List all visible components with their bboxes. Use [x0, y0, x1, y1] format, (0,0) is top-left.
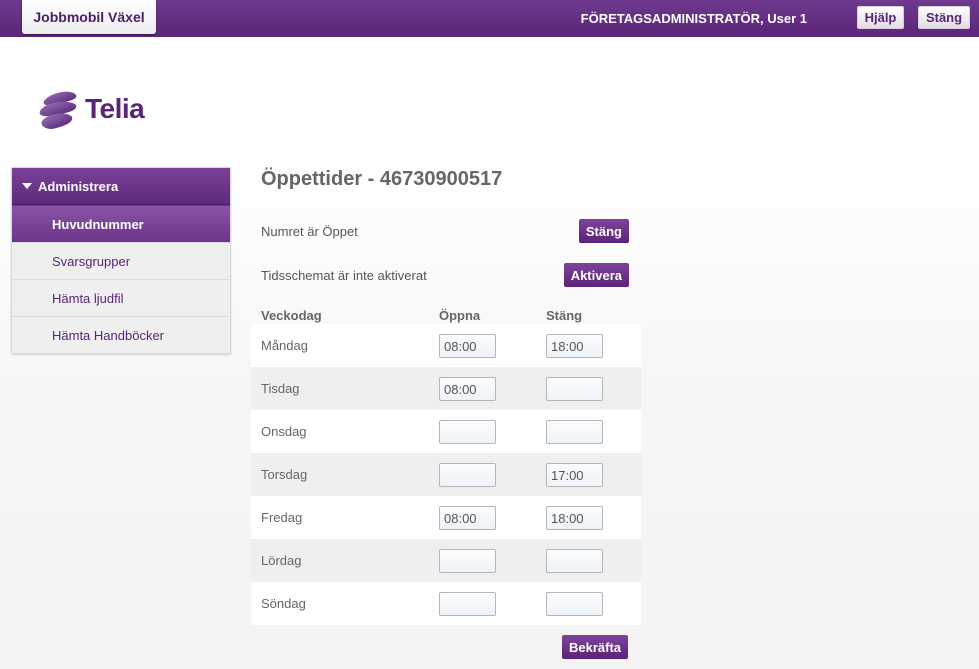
close-number-button[interactable]: Stäng: [578, 219, 629, 243]
top-bar: Jobbmobil Växel FÖRETAGSADMINISTRATÖR, U…: [0, 0, 979, 37]
close-time-input[interactable]: [546, 377, 603, 401]
schedule-status-row: Tidsschemat är inte aktiverat Aktivera: [261, 263, 629, 287]
schedule-header: Veckodag Öppna Stäng: [251, 305, 641, 324]
day-label: Tisdag: [261, 381, 300, 396]
schedule-table: Veckodag Öppna Stäng Måndag Tisdag Onsda…: [251, 305, 641, 625]
app-name-tab[interactable]: Jobbmobil Växel: [22, 0, 156, 34]
close-time-input[interactable]: [546, 420, 603, 444]
day-label: Torsdag: [261, 467, 308, 482]
open-time-input[interactable]: [439, 463, 496, 487]
open-time-input[interactable]: [439, 549, 496, 573]
open-time-input[interactable]: [439, 506, 496, 530]
number-status-text: Numret är Öppet: [261, 223, 358, 239]
open-time-input[interactable]: [439, 334, 496, 358]
sidebar-item-svarsgrupper[interactable]: Svarsgrupper: [12, 242, 230, 279]
day-label: Måndag: [261, 338, 308, 353]
logo-text: Telia: [85, 93, 145, 124]
schedule-row-tisdag: Tisdag: [251, 367, 641, 410]
open-time-input[interactable]: [439, 377, 496, 401]
telia-logo-icon: [39, 91, 77, 129]
caret-down-icon: [22, 183, 32, 189]
day-label: Onsdag: [261, 424, 307, 439]
column-header-day: Veckodag: [261, 308, 322, 323]
close-time-input[interactable]: [546, 463, 603, 487]
schedule-row-mandag: Måndag: [251, 324, 641, 367]
close-time-input[interactable]: [546, 549, 603, 573]
day-label: Fredag: [261, 510, 303, 525]
telia-logo: Telia: [36, 86, 145, 132]
help-button[interactable]: Hjälp: [857, 6, 904, 29]
day-label: Söndag: [261, 596, 306, 611]
open-time-input[interactable]: [439, 592, 496, 616]
sidebar-item-hamta-handbocker[interactable]: Hämta Handböcker: [12, 316, 230, 353]
close-time-input[interactable]: [546, 334, 603, 358]
column-header-close: Stäng: [546, 308, 583, 323]
page-title: Öppettider - 46730900517: [261, 168, 503, 190]
sidebar: Administrera Huvudnummer Svarsgrupper Hä…: [11, 167, 231, 354]
schedule-row-fredag: Fredag: [251, 496, 641, 539]
sidebar-item-huvudnummer[interactable]: Huvudnummer: [12, 205, 230, 242]
number-status-row: Numret är Öppet Stäng: [261, 219, 629, 243]
confirm-wrapper: Bekräfta: [562, 635, 629, 659]
activate-schedule-button[interactable]: Aktivera: [563, 263, 629, 287]
sidebar-item-hamta-ljudfil[interactable]: Hämta ljudfil: [12, 279, 230, 316]
schedule-row-lordag: Lördag: [251, 539, 641, 582]
sidebar-header-label: Administrera: [38, 178, 119, 194]
schedule-status-text: Tidsschemat är inte aktiverat: [261, 267, 427, 283]
schedule-row-torsdag: Torsdag: [251, 453, 641, 496]
confirm-button[interactable]: Bekräfta: [562, 635, 629, 659]
close-time-input[interactable]: [546, 592, 603, 616]
close-time-input[interactable]: [546, 506, 603, 530]
close-button[interactable]: Stäng: [918, 6, 970, 29]
day-label: Lördag: [261, 553, 302, 568]
schedule-row-sondag: Söndag: [251, 582, 641, 625]
open-time-input[interactable]: [439, 420, 496, 444]
column-header-open: Öppna: [439, 308, 481, 323]
schedule-row-onsdag: Onsdag: [251, 410, 641, 453]
sidebar-header-administrera[interactable]: Administrera: [12, 168, 230, 205]
user-role-label: FÖRETAGSADMINISTRATÖR, User 1: [580, 11, 807, 26]
